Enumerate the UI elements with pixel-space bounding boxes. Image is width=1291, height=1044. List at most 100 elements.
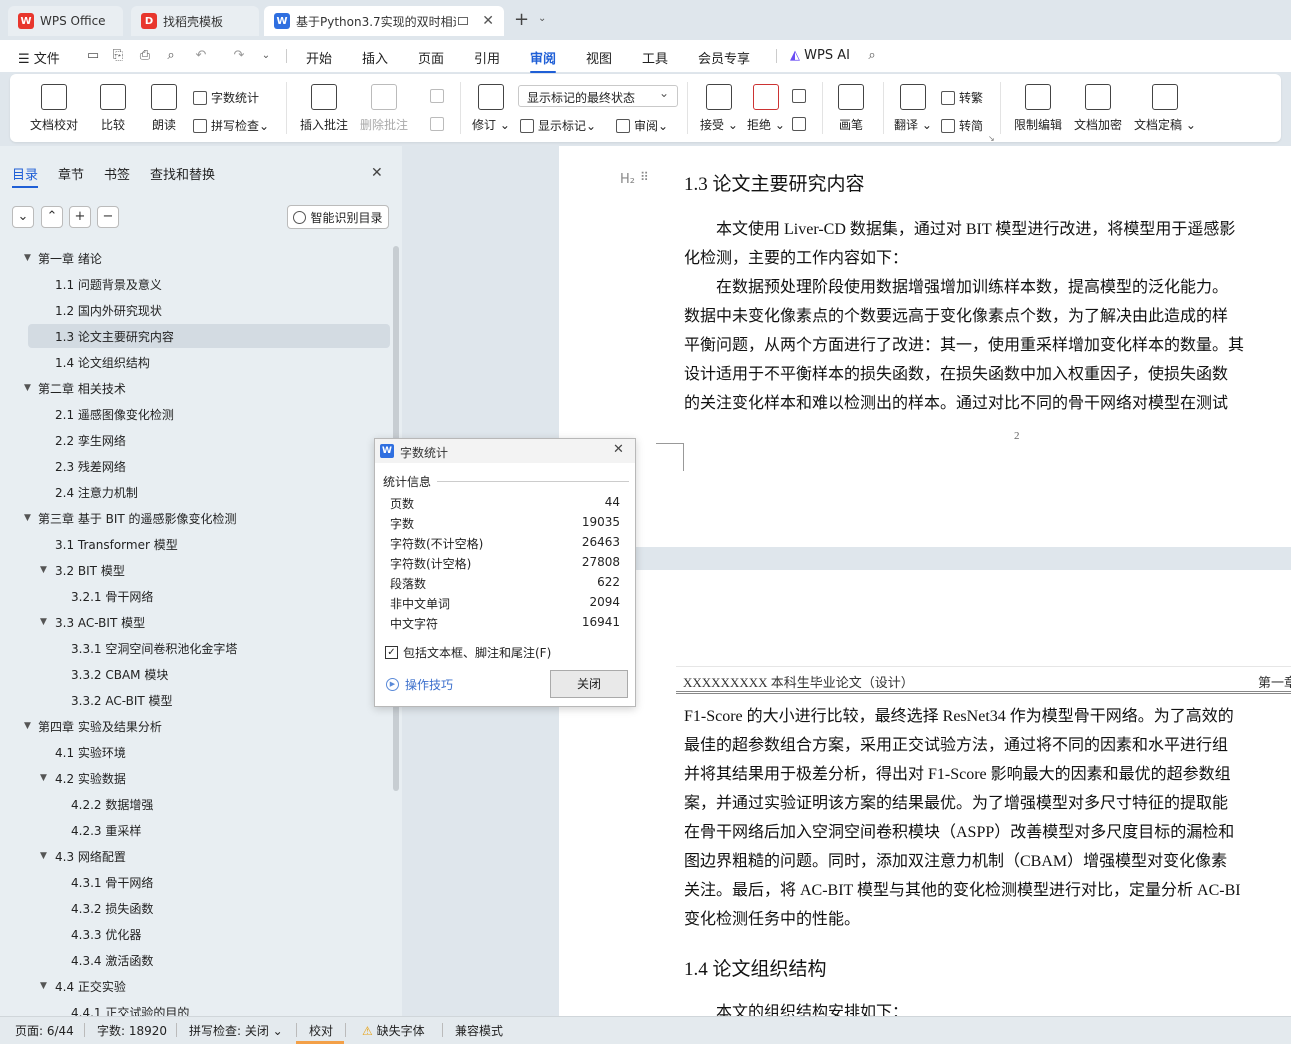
ribbon-expand-icon[interactable]: ↘	[988, 134, 995, 143]
toc-item[interactable]: ▼4.3 网络配置	[0, 844, 395, 868]
toc-expand-arrow-icon[interactable]: ▼	[24, 253, 31, 263]
read-aloud-button[interactable]: 朗读	[151, 84, 177, 133]
toc-expand-arrow-icon[interactable]: ▼	[40, 981, 47, 991]
finalize-button[interactable]: 文档定稿 ⌄	[1134, 84, 1196, 133]
tab-list-chevron-icon[interactable]: ⌄	[538, 13, 546, 24]
new-tab-icon[interactable]: +	[514, 9, 529, 30]
menu-insert[interactable]: 插入	[362, 48, 388, 67]
redo-icon[interactable]: ↷	[231, 48, 247, 64]
doc-check-button[interactable]: 文档校对	[30, 84, 78, 133]
toc-item[interactable]: 3.1 Transformer 模型	[0, 532, 395, 556]
toc-item[interactable]: 4.3.2 损失函数	[0, 896, 395, 920]
heading-1-3[interactable]: 1.3 论文主要研究内容	[684, 169, 865, 196]
menu-member[interactable]: 会员专享	[698, 48, 750, 67]
toc-item[interactable]: 2.1 遥感图像变化检测	[0, 402, 395, 426]
toc-item[interactable]: 4.2.2 数据增强	[0, 792, 395, 816]
toc-item[interactable]: 4.2.3 重采样	[0, 818, 395, 842]
toc-item[interactable]: 3.3.2 CBAM 模块	[0, 662, 395, 686]
tab-docer[interactable]: D 找稻壳模板	[131, 6, 259, 36]
toc-expand-arrow-icon[interactable]: ▼	[40, 565, 47, 575]
spell-check-button[interactable]: 拼写检查 ⌄	[193, 117, 269, 134]
status-spell-check[interactable]: 拼写检查: 关闭 ⌄	[189, 1022, 283, 1039]
tab-wps-office[interactable]: W WPS Office	[8, 6, 123, 36]
toc-item[interactable]: ▼4.4 正交实验	[0, 974, 395, 998]
accept-button[interactable]: 接受 ⌄	[700, 84, 738, 133]
close-dialog-button[interactable]: 关闭	[550, 670, 628, 698]
nav-tab-find-replace[interactable]: 查找和替换	[150, 164, 215, 183]
translate-button[interactable]: 翻译 ⌄	[894, 84, 932, 133]
undo-icon[interactable]: ↶	[193, 48, 209, 64]
collapse-up-button[interactable]: ⌃	[41, 206, 63, 228]
toc-item[interactable]: 1.3 论文主要研究内容	[28, 324, 390, 348]
expand-button[interactable]: +	[69, 206, 91, 228]
toc-item[interactable]: ▼3.3 AC-BIT 模型	[0, 610, 395, 634]
prev-revision-button[interactable]	[792, 89, 810, 103]
toc-item[interactable]: 3.3.1 空洞空间卷积池化金字塔	[0, 636, 395, 660]
close-pane-icon[interactable]: ✕	[371, 165, 383, 181]
drag-handle-icon[interactable]: ⠿	[640, 170, 649, 184]
toc-expand-arrow-icon[interactable]: ▼	[40, 773, 47, 783]
toc-item[interactable]: 1.2 国内外研究现状	[0, 298, 395, 322]
review-pane-button[interactable]: 审阅 ⌄	[616, 117, 668, 134]
menu-page[interactable]: 页面	[418, 48, 444, 67]
toc-item[interactable]: 2.2 孪生网络	[0, 428, 395, 452]
compare-button[interactable]: 比较	[100, 84, 126, 133]
save-icon[interactable]: ▭	[85, 48, 101, 64]
file-menu[interactable]: ☰ 文件	[18, 48, 60, 67]
menu-reference[interactable]: 引用	[474, 48, 500, 67]
toc-expand-arrow-icon[interactable]: ▼	[24, 513, 31, 523]
heading-marker[interactable]: H₂	[620, 172, 635, 187]
status-word-count[interactable]: 字数: 18920	[97, 1022, 167, 1039]
toc-item[interactable]: 3.2.1 骨干网络	[0, 584, 395, 608]
paragraph-4[interactable]: 本文的组织结构安排如下：	[684, 998, 908, 1016]
menu-tools[interactable]: 工具	[642, 48, 668, 67]
toc-item[interactable]: 1.1 问题背景及意义	[0, 272, 395, 296]
paragraph-3[interactable]: F1-Score 的大小进行比较，最终选择 ResNet34 作为模型骨干网络。…	[684, 702, 1241, 934]
toc-item[interactable]: ▼4.2 实验数据	[0, 766, 395, 790]
status-missing-font[interactable]: ⚠ 缺失字体	[362, 1022, 425, 1039]
wps-ai-button[interactable]: ◭ WPS AI	[790, 48, 850, 63]
nav-tab-sections[interactable]: 章节	[58, 164, 84, 183]
menu-review[interactable]: 审阅	[530, 48, 556, 67]
toc-item[interactable]: 2.4 注意力机制	[0, 480, 395, 504]
to-traditional-button[interactable]: 转繁	[941, 89, 983, 106]
toc-item[interactable]: 2.3 残差网络	[0, 454, 395, 478]
include-textbox-checkbox[interactable]: ✓ 包括文本框、脚注和尾注(F)	[385, 644, 551, 661]
toc-expand-arrow-icon[interactable]: ▼	[24, 721, 31, 731]
print-icon[interactable]: ⎙	[137, 48, 153, 64]
toc-item[interactable]: 3.3.2 AC-BIT 模型	[0, 688, 395, 712]
encrypt-button[interactable]: 文档加密	[1074, 84, 1122, 133]
revise-button[interactable]: 修订 ⌄	[472, 84, 510, 133]
paragraph-1[interactable]: 本文使用 Liver-CD 数据集，通过对 BIT 模型进行改进，将模型用于遥感…	[684, 215, 1244, 418]
toc-item[interactable]: ▼第三章 基于 BIT 的遥感影像变化检测	[0, 506, 395, 530]
collapse-down-button[interactable]: ⌄	[12, 206, 34, 228]
toc-item[interactable]: ▼第二章 相关技术	[0, 376, 395, 400]
status-page[interactable]: 页面: 6/44	[15, 1022, 74, 1039]
smart-toc-button[interactable]: 智能识别目录	[287, 205, 389, 229]
dialog-close-icon[interactable]: ✕	[613, 442, 624, 457]
tab-document[interactable]: W 基于Python3.7实现的双时相遥 ✕	[264, 6, 504, 36]
toc-item[interactable]: 1.4 论文组织结构	[0, 350, 395, 374]
search-icon[interactable]: ⌕	[864, 48, 880, 64]
status-proof[interactable]: 校对	[309, 1022, 333, 1039]
shrink-button[interactable]: −	[97, 206, 119, 228]
toc-item[interactable]: 4.3.3 优化器	[0, 922, 395, 946]
restrict-edit-button[interactable]: 限制编辑	[1014, 84, 1062, 133]
prev-comment-button[interactable]	[430, 89, 448, 103]
close-tab-icon[interactable]: ✕	[482, 13, 494, 29]
toc-item[interactable]: ▼第一章 绪论	[0, 246, 395, 270]
pen-button[interactable]: 画笔	[838, 84, 864, 133]
show-marks-button[interactable]: 显示标记 ⌄	[520, 117, 596, 134]
print-preview-icon[interactable]: ⌕	[163, 48, 179, 64]
toc-expand-arrow-icon[interactable]: ▼	[24, 383, 31, 393]
toc-expand-arrow-icon[interactable]: ▼	[40, 617, 47, 627]
menu-view[interactable]: 视图	[586, 48, 612, 67]
toc-item[interactable]: ▼3.2 BIT 模型	[0, 558, 395, 582]
quick-access-chevron-icon[interactable]: ⌄	[258, 48, 274, 64]
to-simplified-button[interactable]: 转简	[941, 117, 983, 134]
toc-item[interactable]: 4.3.1 骨干网络	[0, 870, 395, 894]
window-icon[interactable]	[458, 17, 468, 25]
export-icon[interactable]: ⎘	[110, 48, 126, 64]
nav-tab-toc[interactable]: 目录	[12, 164, 38, 183]
delete-comment-button[interactable]: 删除批注	[360, 84, 408, 133]
